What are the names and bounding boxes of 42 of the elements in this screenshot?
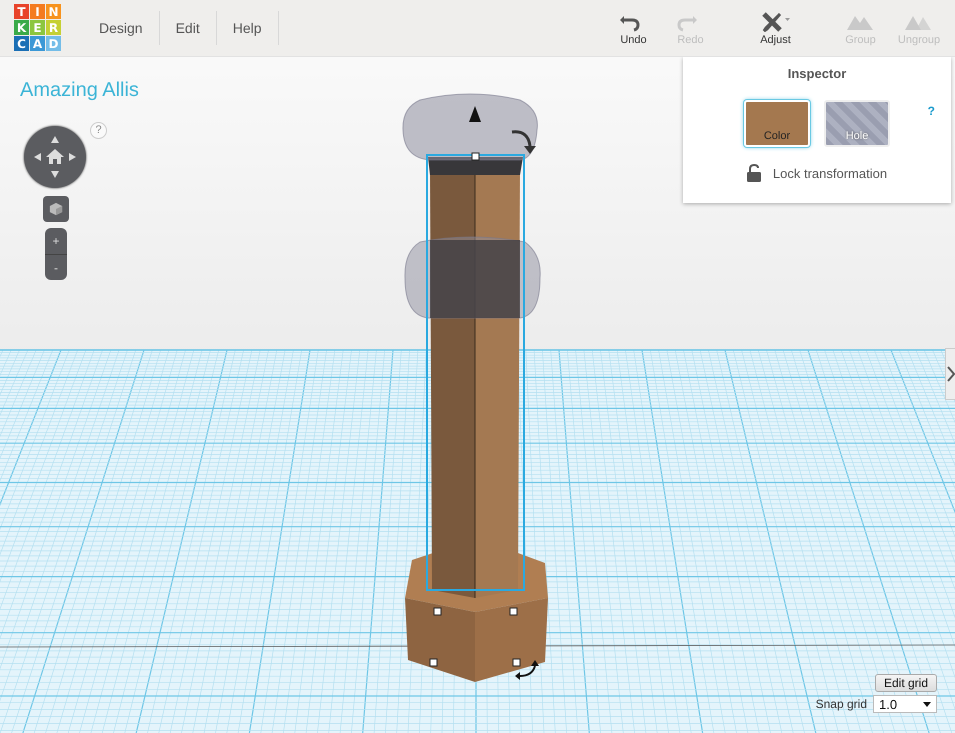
logo-letter: R	[46, 20, 61, 35]
logo-letter: D	[46, 36, 61, 51]
padlock-icon[interactable]	[746, 164, 761, 182]
logo-letter: A	[30, 36, 45, 51]
lock-label: Lock transformation	[772, 166, 888, 180]
cube-icon	[49, 202, 63, 216]
resize-handle[interactable]	[510, 608, 518, 616]
home-icon[interactable]	[46, 149, 64, 164]
snap-grid-dropdown[interactable]: 1.0	[873, 695, 937, 713]
logo-letter: E	[30, 20, 45, 35]
menu-item[interactable]: Help	[216, 11, 279, 45]
up-arrow-icon[interactable]	[51, 136, 59, 143]
left-arrow-icon[interactable]	[34, 153, 41, 161]
lift-arrow-icon[interactable]	[469, 106, 481, 122]
right-arrow-icon[interactable]	[69, 153, 76, 161]
inspector-title: Inspector	[788, 66, 846, 81]
menu-item[interactable]: Design	[83, 11, 160, 45]
logo-letter: I	[30, 4, 45, 19]
logo-letter: K	[14, 20, 29, 35]
dropdown-caret-icon	[923, 702, 931, 706]
undo-button[interactable]: Undo	[605, 0, 662, 56]
menu-item[interactable]: Edit	[160, 11, 217, 45]
resize-handle[interactable]	[512, 658, 520, 666]
resize-handle[interactable]	[472, 152, 480, 160]
down-arrow-icon[interactable]	[51, 171, 59, 178]
rotate-arrow-icon[interactable]	[512, 130, 536, 154]
zoom-out-button[interactable]: -	[45, 254, 67, 280]
logo-letter: T	[14, 4, 29, 19]
logo-letter: N	[46, 4, 61, 19]
adjust-button[interactable]: Adjust	[747, 0, 804, 56]
edit-grid-button[interactable]: Edit grid	[874, 674, 937, 692]
panel-toggle-tab[interactable]	[945, 348, 955, 400]
zoom-in-button[interactable]: +	[45, 228, 67, 254]
logo-letter: C	[14, 36, 29, 51]
resize-handle[interactable]	[430, 658, 438, 666]
rotate-arrow-icon[interactable]	[515, 660, 539, 680]
chevron-icon	[947, 366, 955, 382]
snap-grid-label: Snap grid	[816, 697, 867, 711]
view-cube-button[interactable]	[43, 196, 69, 222]
color-option[interactable]: Color	[744, 100, 810, 147]
resize-handle[interactable]	[434, 608, 442, 616]
help-button[interactable]: ?	[928, 104, 935, 118]
